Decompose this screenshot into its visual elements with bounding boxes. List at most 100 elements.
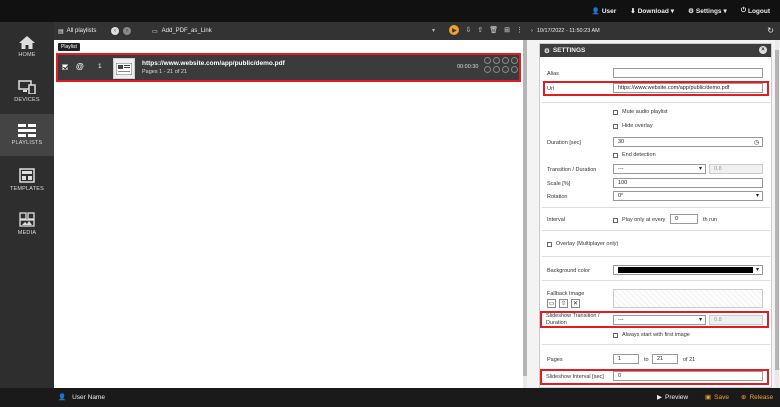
preview-button[interactable]: ▶ Preview — [657, 393, 688, 402]
devices-icon — [18, 79, 36, 94]
folder-icon[interactable]: ▭ — [547, 299, 556, 308]
volume-icon[interactable] — [484, 66, 491, 73]
mute-audio-label: Mute audio playlist — [622, 109, 668, 115]
playlist-tooltip: Playlist — [58, 43, 80, 51]
transition-select[interactable]: --- — [613, 164, 706, 174]
lock-icon[interactable] — [484, 57, 491, 64]
clock-icon[interactable] — [493, 57, 500, 64]
clock-icon[interactable]: ◷ — [754, 139, 759, 146]
download-menu-label: Download — [637, 7, 669, 15]
sidebar-item-templates[interactable]: TEMPLATES — [0, 159, 54, 201]
download-menu[interactable]: ⬇ Download ▾ — [630, 7, 674, 16]
always-start-first-checkbox[interactable]: Always start with first image — [613, 332, 690, 338]
home-icon — [19, 36, 35, 49]
slideshow-transition-duration-input[interactable]: 0.8 — [709, 315, 763, 325]
overlay-multiplayer-checkbox[interactable]: Overlay (Multiplayer only) — [547, 241, 618, 247]
duration-input[interactable]: 30 — [613, 137, 763, 147]
playlist-area: Playlist @ 1 https://www.website.com/app… — [54, 40, 527, 388]
duration-label: Duration [sec] — [547, 140, 581, 146]
add-button[interactable]: ⊞ — [504, 26, 510, 34]
play-only-every-label: Play only at every — [622, 217, 666, 223]
more-options-button[interactable]: ⋮ — [516, 26, 523, 34]
media-icon — [19, 212, 35, 227]
pages-of-label: of 21 — [683, 357, 696, 363]
forward-button[interactable]: › — [123, 27, 131, 35]
background-color-select[interactable] — [613, 265, 763, 275]
sidebar-item-label: PLAYLISTS — [11, 140, 43, 146]
release-button[interactable]: ⊕ Release — [741, 393, 773, 402]
templates-icon — [19, 168, 35, 183]
slideshow-interval-input[interactable]: 0 — [613, 371, 763, 381]
play-button[interactable]: ▶ — [449, 25, 460, 35]
hide-overlay-checkbox[interactable]: Hide overlay — [613, 123, 653, 129]
divider — [542, 102, 770, 103]
sidebar-item-label: MEDIA — [17, 230, 37, 236]
sidebar-item-devices[interactable]: DEVICES — [0, 70, 54, 112]
pages-to-input[interactable]: 21 — [652, 354, 678, 364]
url-input[interactable]: https://www.website.com/app/public/demo.… — [613, 83, 763, 93]
calendar-icon[interactable] — [502, 57, 509, 64]
settings-title: SETTINGS — [552, 47, 586, 54]
playlist-row[interactable]: @ 1 https://www.website.com/app/public/d… — [56, 53, 521, 82]
interval-label: Interval — [547, 217, 566, 223]
user-info: 👤 User Name — [58, 393, 105, 402]
playlist-select[interactable]: ▭ Add_PDF_as_Link ▾ — [150, 24, 435, 38]
download-button[interactable]: ⇩ — [465, 26, 471, 34]
chevron-right-icon[interactable]: › — [531, 28, 533, 34]
scale-input[interactable]: 100 — [613, 178, 763, 188]
interval-input[interactable]: 0 — [670, 214, 698, 224]
mute-audio-checkbox[interactable]: Mute audio playlist — [613, 109, 668, 115]
slideshow-transition-select[interactable]: --- — [613, 315, 706, 325]
sidebar-item-home[interactable]: HOME — [0, 26, 54, 68]
delete-row-icon[interactable] — [511, 66, 518, 73]
user-name: User Name — [72, 393, 105, 401]
sidebar-item-media[interactable]: MEDIA — [0, 203, 54, 245]
all-playlists-button[interactable]: ▤ All playlists — [54, 28, 108, 35]
alias-input[interactable] — [613, 68, 763, 78]
user-menu[interactable]: 👤 User — [592, 7, 617, 16]
divider — [542, 256, 770, 257]
stop-icon[interactable] — [493, 66, 500, 73]
document-icon: ▭ — [152, 28, 158, 35]
settings-menu[interactable]: ⚙ Settings ▾ — [688, 7, 727, 16]
back-button[interactable]: ‹ — [111, 27, 119, 35]
row-duration: 00:00:30 — [457, 64, 479, 70]
settings-scrollbar[interactable] — [775, 40, 779, 388]
playlist-toolbar: ▤ All playlists ‹ › ▭ Add_PDF_as_Link ▾ … — [54, 22, 527, 40]
always-start-first-label: Always start with first image — [622, 332, 690, 338]
color-swatch — [618, 267, 753, 273]
play-only-every-checkbox[interactable]: Play only at every — [613, 217, 665, 223]
right-header: › 10/17/2022 - 11:50:23 AM ↻ — [527, 22, 780, 40]
save-label: Save — [714, 393, 729, 401]
upload-button[interactable]: ⇧ — [477, 26, 483, 34]
fallback-image-label: Fallback Image — [547, 291, 585, 297]
overlay-multiplayer-label: Overlay (Multiplayer only) — [556, 241, 619, 247]
refresh-icon[interactable]: ↻ — [767, 26, 774, 35]
row-checkbox[interactable] — [62, 64, 68, 70]
rotation-select[interactable]: 0° — [613, 191, 763, 201]
background-color-label: Background color — [547, 268, 590, 274]
eye-icon[interactable] — [502, 66, 509, 73]
shuffle-icon[interactable] — [511, 57, 518, 64]
logout-link[interactable]: ⏻ Logout — [741, 7, 770, 15]
settings-card: ⚙ SETTINGS × Alias Url https://www.websi… — [539, 43, 772, 388]
fallback-image-preview — [613, 289, 763, 308]
hide-overlay-label: Hide overlay — [622, 123, 653, 129]
delete-button[interactable]: 🗑 — [489, 26, 498, 34]
user-icon: 👤 — [58, 394, 67, 401]
chevron-down-icon: ▾ — [431, 28, 435, 34]
bottom-bar: 👤 User Name ▶ Preview ▣ Save ⊕ Release — [0, 388, 780, 407]
save-button[interactable]: ▣ Save — [705, 393, 729, 402]
close-icon[interactable]: × — [759, 46, 767, 54]
transition-duration-input[interactable]: 0.8 — [709, 164, 763, 174]
sidebar-item-playlists[interactable]: PLAYLISTS — [0, 114, 54, 156]
upload-icon[interactable]: ⇧ — [559, 299, 568, 308]
trash-icon[interactable]: ✕ — [571, 299, 580, 308]
pages-from-input[interactable]: 1 — [613, 354, 639, 364]
logout-label: Logout — [747, 7, 770, 15]
power-icon: ⏻ — [740, 7, 746, 14]
alias-label: Alias — [547, 71, 559, 77]
all-playlists-label: All playlists — [66, 28, 97, 34]
end-detection-checkbox[interactable]: End detection — [613, 152, 656, 158]
settings-menu-label: Settings — [695, 7, 722, 15]
